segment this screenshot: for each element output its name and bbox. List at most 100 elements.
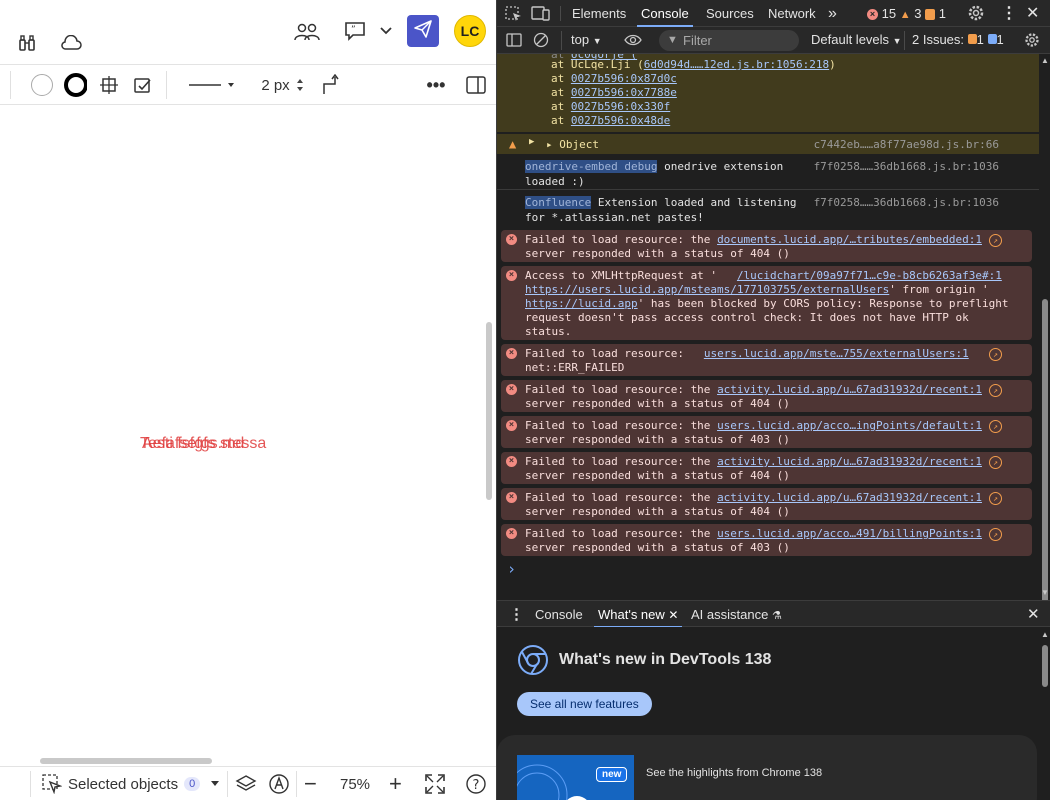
whats-new-scrollbar[interactable]: ▲ [1039, 627, 1050, 800]
filter-input[interactable]: ▼ Filter [659, 30, 799, 51]
network-request-icon[interactable]: ↗ [989, 234, 1002, 247]
network-request-icon[interactable]: ↗ [989, 420, 1002, 433]
network-request-icon[interactable]: ↗ [989, 348, 1002, 361]
live-expression-eye-icon[interactable] [624, 32, 642, 51]
format-painter-icon[interactable] [132, 73, 154, 97]
fit-to-screen-icon[interactable] [424, 767, 446, 800]
diagram-canvas[interactable]: Testi fsfgfs stessa Aefafsefgs.md [0, 105, 496, 765]
canvas-text-shape[interactable]: Testi fsfgfs stessa Aefafsefgs.md [140, 435, 340, 457]
error-link[interactable]: users.lucid.app/mste…755/externalUsers:1 [704, 347, 969, 360]
error-counter[interactable]: × 15 ▲ 3 1 [867, 0, 946, 27]
zoom-level[interactable]: 75% [340, 767, 370, 800]
error-link[interactable]: activity.lucid.app/u…67ad31932d/recent:1 [717, 383, 982, 396]
error-link[interactable]: users.lucid.app/acco…491/billingPoints:1 [717, 527, 982, 540]
scrollbar-thumb[interactable] [1042, 645, 1048, 687]
drawer-menu-icon[interactable]: ⋮ [509, 601, 524, 628]
share-button[interactable] [407, 15, 439, 47]
network-request-icon[interactable]: ↗ [989, 384, 1002, 397]
object-source-link[interactable]: c7442eb……a8f77ae98d.js.br:66 [814, 138, 999, 151]
console-scrollbar[interactable]: ▲ ▼ [1039, 54, 1050, 619]
scroll-up-arrow-icon[interactable]: ▲ [1041, 630, 1049, 639]
close-devtools-icon[interactable]: ✕ [1026, 0, 1039, 27]
drawer-tab-console[interactable]: Console [535, 601, 583, 628]
scroll-down-arrow-icon[interactable]: ▼ [1041, 588, 1049, 597]
error-link[interactable]: activity.lucid.app/u…67ad31932d/recent:1 [717, 455, 982, 468]
horizontal-scrollbar[interactable] [40, 758, 212, 764]
kebab-menu-icon[interactable]: ⋮ [1001, 0, 1017, 27]
zoom-in-button[interactable]: + [389, 767, 402, 800]
close-drawer-icon[interactable]: ✕ [1027, 601, 1040, 628]
stack-link[interactable]: 0027b596:0x48de [571, 114, 670, 127]
inspect-element-icon[interactable] [505, 0, 523, 27]
error-link[interactable]: documents.lucid.app/…tributes/embedded:1 [717, 233, 982, 246]
layers-icon[interactable] [235, 767, 257, 800]
object-label[interactable]: ▸ Object [546, 138, 599, 151]
issues-button[interactable]: 2 Issues: 1 1 [912, 32, 1004, 47]
stack-link[interactable]: 0027b596:0x7788e [571, 86, 677, 99]
tab-sources[interactable]: Sources [706, 0, 754, 27]
highlights-card[interactable]: new See the highlights from Chrome 138 [497, 735, 1037, 800]
warning-object-row[interactable]: ▲ ▶ ▸ Object c7442eb……a8f77ae98d.js.br:6… [497, 134, 1039, 154]
cloud-icon[interactable] [60, 33, 82, 53]
help-icon[interactable]: ? [465, 767, 487, 800]
scroll-up-arrow-icon[interactable]: ▲ [1041, 56, 1049, 65]
chevron-down-icon[interactable] [379, 24, 393, 38]
see-all-features-button[interactable]: See all new features [517, 692, 652, 716]
issue-info-icon [987, 34, 997, 44]
error-icon: × [506, 492, 517, 503]
stack-link[interactable]: 6d0d94d……12ed.js.br:1056:218 [644, 58, 829, 71]
cors-url-link[interactable]: https://users.lucid.app/msteams/17710375… [525, 283, 889, 296]
error-link[interactable]: activity.lucid.app/u…67ad31932d/recent:1 [717, 491, 982, 504]
binoculars-icon[interactable] [17, 33, 37, 53]
close-tab-icon[interactable]: ✕ [668, 608, 678, 622]
drawer-tab-ai-assistance[interactable]: AI assistance ⚗ [691, 601, 782, 628]
collaborators-icon[interactable] [293, 20, 321, 44]
console-prompt[interactable]: › [507, 560, 516, 578]
network-request-icon[interactable]: ↗ [989, 492, 1002, 505]
comment-icon[interactable]: ” [343, 20, 367, 42]
line-style-dropdown[interactable] [188, 73, 238, 97]
error-entry: × Failed to load resource: the users.luc… [501, 416, 1032, 448]
zoom-out-button[interactable]: − [304, 767, 317, 800]
avatar[interactable]: LC [454, 15, 486, 47]
stack-link[interactable]: 0027b596:0x330f [571, 100, 670, 113]
drawer-tab-whats-new[interactable]: What's new ✕ [593, 601, 683, 628]
more-options-icon[interactable]: ••• [425, 73, 447, 97]
vertical-scrollbar[interactable] [486, 322, 492, 500]
stroke-width-stepper[interactable]: 2 px [260, 73, 306, 97]
tab-elements[interactable]: Elements [572, 0, 626, 27]
network-request-icon[interactable]: ↗ [989, 456, 1002, 469]
settings-gear-icon[interactable] [967, 0, 985, 27]
default-levels-dropdown[interactable]: Default levels ▼ [811, 32, 902, 47]
onedrive-source-link[interactable]: f7f0258……36db1668.js.br:1036 [814, 160, 999, 173]
shape-options-icon[interactable] [98, 73, 120, 97]
clear-console-icon[interactable] [533, 32, 549, 51]
scrollbar-thumb[interactable] [1042, 299, 1048, 619]
warning-stack-trace: at Uc0qUrje ( at UcLqe.Lji (6d0d94d……12e… [497, 54, 1039, 132]
error-text-2: server responded with a status of 404 () [525, 397, 790, 410]
console-filter-bar: top ▼ ▼ Filter Default levels ▼ 2 Issues… [497, 27, 1050, 54]
cors-link[interactable]: /lucidchart/09a97f71…c9e-b8cb6263af3e#:1 [737, 269, 1002, 282]
error-icon: × [506, 456, 517, 467]
tab-network[interactable]: Network [768, 0, 816, 27]
sidebar-toggle-icon[interactable] [506, 32, 522, 51]
stack-link[interactable]: 0027b596:0x87d0c [571, 72, 677, 85]
cors-origin-link[interactable]: https://lucid.app [525, 297, 638, 310]
network-request-icon[interactable]: ↗ [989, 528, 1002, 541]
confluence-text: Extension loaded and listening [591, 196, 797, 209]
more-tabs-button[interactable]: » [828, 0, 837, 27]
panel-toggle-icon[interactable] [465, 73, 487, 97]
tab-console[interactable]: Console [637, 0, 693, 27]
connector-style-icon[interactable] [320, 73, 342, 97]
console-settings-gear-icon[interactable] [1024, 32, 1040, 51]
line-color-icon[interactable] [63, 73, 87, 97]
accessibility-icon[interactable] [268, 767, 290, 800]
error-link[interactable]: users.lucid.app/acco…ingPoints/default:1 [717, 419, 982, 432]
device-toolbar-icon[interactable] [531, 0, 551, 27]
confluence-source-link[interactable]: f7f0258……36db1668.js.br:1036 [814, 196, 999, 209]
selected-objects-button[interactable]: Selected objects 0 [42, 767, 220, 800]
filter-placeholder: Filter [683, 33, 712, 48]
context-selector[interactable]: top ▼ [571, 32, 602, 47]
expand-triangle-icon[interactable]: ▶ [529, 137, 534, 147]
fill-color-icon[interactable] [30, 73, 54, 97]
